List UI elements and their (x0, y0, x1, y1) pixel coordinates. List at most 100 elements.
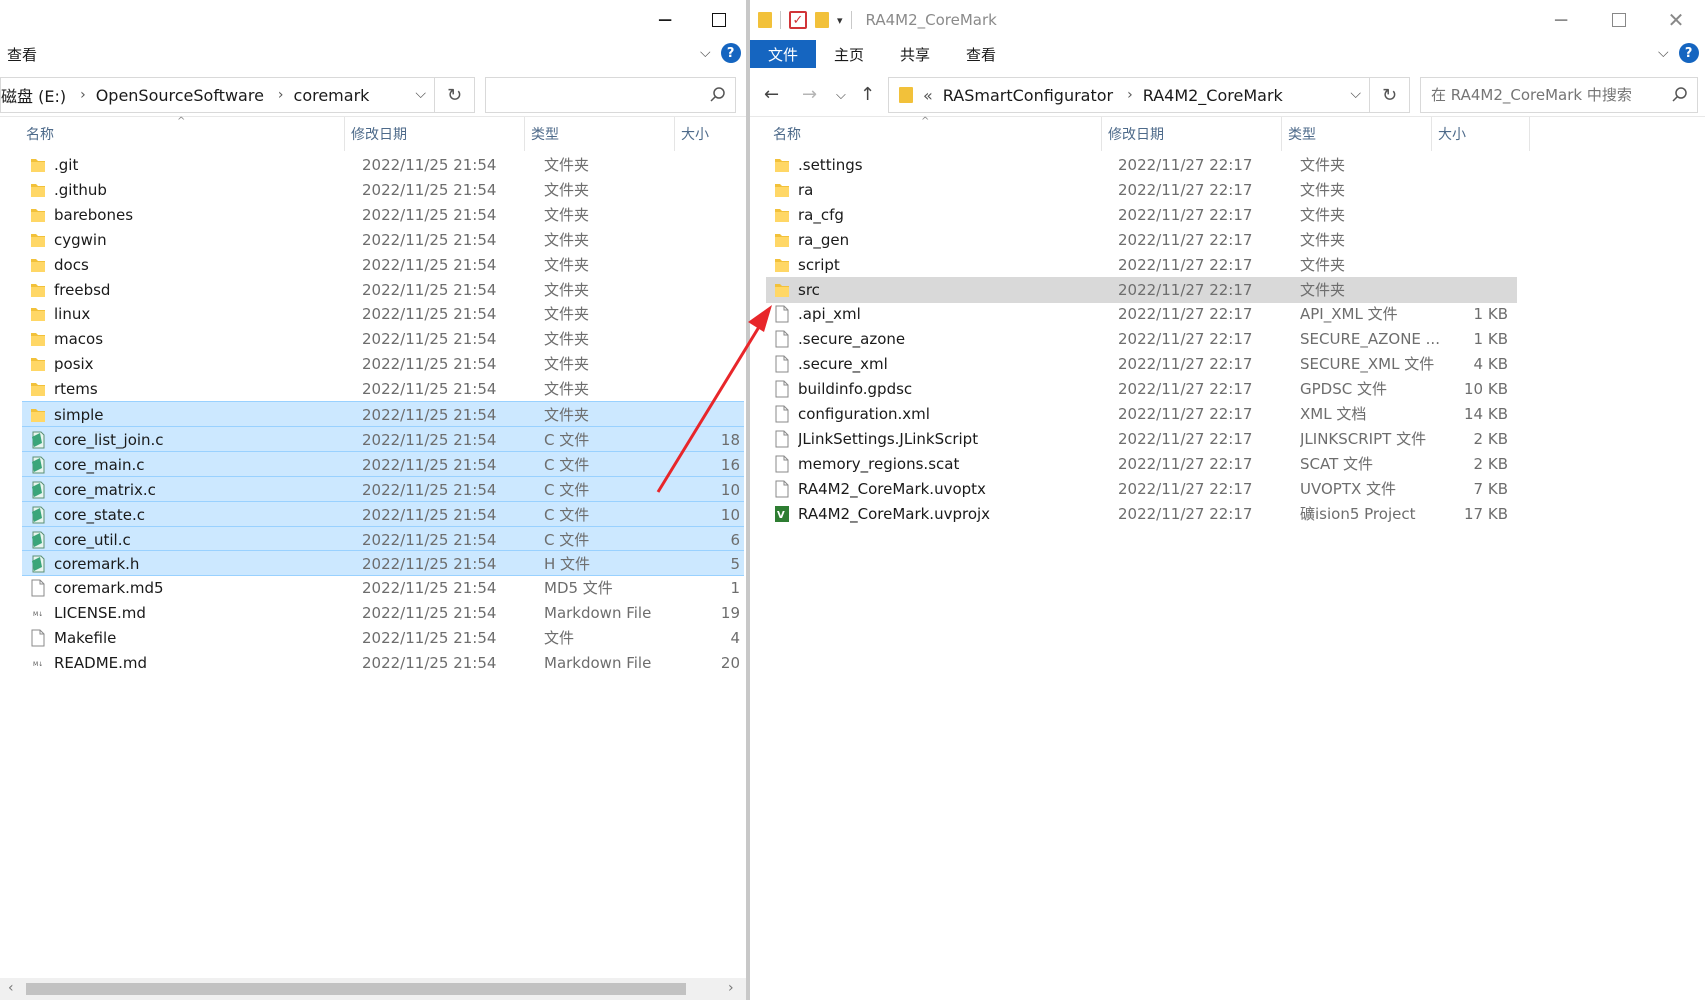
column-date-header[interactable]: 修改日期 (345, 117, 525, 151)
file-row[interactable]: core_list_join.c 2022/11/25 21:54 C 文件 18 (22, 425, 744, 452)
chevron-right-icon[interactable]: › (278, 87, 284, 103)
file-row[interactable]: Makefile 2022/11/25 21:54 文件 4 (22, 625, 744, 651)
right-search-box[interactable] (1420, 77, 1698, 113)
column-date-header[interactable]: 修改日期 (1102, 117, 1282, 151)
file-row[interactable]: linux 2022/11/25 21:54 文件夹 (22, 301, 744, 327)
file-row[interactable]: freebsd 2022/11/25 21:54 文件夹 (22, 277, 744, 303)
file-row[interactable]: .secure_azone 2022/11/27 22:17 SECURE_AZON… (766, 326, 1517, 352)
file-row[interactable]: memory_regions.scat 2022/11/27 22:17 SCAT … (766, 451, 1517, 477)
file-icon (774, 480, 790, 498)
column-type-header[interactable]: 类型 (525, 117, 675, 151)
file-size (1450, 202, 1508, 228)
file-size (694, 376, 740, 402)
file-row[interactable]: ra_cfg 2022/11/27 22:17 文件夹 (766, 202, 1517, 228)
close-icon: ✕ (1667, 8, 1685, 32)
scrollbar-thumb[interactable] (26, 983, 686, 995)
expand-ribbon-chevron-icon[interactable]: ⌵ (1658, 45, 1669, 61)
breadcrumb-folder[interactable]: OpenSourceSoftware (96, 86, 264, 105)
tab-home[interactable]: 主页 (816, 40, 882, 68)
file-name: coremark.h (54, 555, 140, 574)
column-type-header[interactable]: 类型 (1282, 117, 1432, 151)
column-size-header[interactable]: 大小 (675, 117, 746, 151)
new-folder-icon[interactable] (815, 12, 829, 28)
left-address-bar[interactable]: 磁盘 (E:) › OpenSourceSoftware › coremark … (0, 77, 435, 113)
back-arrow-icon[interactable]: ← (764, 84, 779, 105)
file-row[interactable]: core_matrix.c 2022/11/25 21:54 C 文件 10 (22, 475, 744, 502)
chevron-right-icon[interactable]: › (80, 87, 86, 103)
refresh-button[interactable]: ↻ (1370, 77, 1410, 113)
expand-ribbon-chevron-icon[interactable]: ⌵ (700, 45, 711, 61)
refresh-button[interactable]: ↻ (435, 77, 475, 113)
file-row[interactable]: ra_gen 2022/11/27 22:17 文件夹 (766, 227, 1517, 253)
file-row[interactable]: macos 2022/11/25 21:54 文件夹 (22, 326, 744, 352)
file-row[interactable]: .secure_xml 2022/11/27 22:17 SECURE_XML 文件… (766, 351, 1517, 377)
file-row[interactable]: .github 2022/11/25 21:54 文件夹 (22, 177, 744, 203)
tab-file[interactable]: 文件 (750, 40, 816, 68)
minimize-button[interactable]: ─ (636, 0, 694, 40)
file-row[interactable]: configuration.xml 2022/11/27 22:17 XML 文档 1… (766, 401, 1517, 427)
file-row[interactable]: V RA4M2_CoreMark.uvprojx 2022/11/27 22:17 礦… (766, 501, 1517, 527)
file-row[interactable]: buildinfo.gpdsc 2022/11/27 22:17 GPDSC 文件 1… (766, 376, 1517, 402)
file-row[interactable]: .settings 2022/11/27 22:17 文件夹 (766, 152, 1517, 178)
recent-locations-dropdown-icon[interactable]: ⌵ (836, 88, 846, 103)
file-row[interactable]: core_state.c 2022/11/25 21:54 C 文件 10 (22, 500, 744, 527)
file-row[interactable]: coremark.md5 2022/11/25 21:54 MD5 文件 1 (22, 575, 744, 601)
horizontal-scrollbar[interactable]: ‹ › (0, 978, 746, 1000)
up-arrow-icon[interactable]: ↑ (860, 84, 875, 105)
file-size: 2 KB (1473, 454, 1508, 473)
file-row[interactable]: posix 2022/11/25 21:54 文件夹 (22, 351, 744, 377)
minimize-button[interactable]: ─ (1532, 0, 1590, 40)
breadcrumb-folder[interactable]: RASmartConfigurator (943, 86, 1113, 105)
file-date-modified: 2022/11/25 21:54 (362, 629, 497, 648)
breadcrumb-overflow[interactable]: « (923, 86, 933, 105)
close-button[interactable]: ✕ (1647, 0, 1705, 40)
file-row[interactable]: core_main.c 2022/11/25 21:54 C 文件 16 (22, 450, 744, 477)
file-row[interactable]: src 2022/11/27 22:17 文件夹 (766, 276, 1517, 303)
file-row[interactable]: cygwin 2022/11/25 21:54 文件夹 (22, 227, 744, 253)
file-row[interactable]: RA4M2_CoreMark.uvoptx 2022/11/27 22:17 UVO… (766, 476, 1517, 502)
search-input[interactable] (496, 86, 735, 104)
help-icon[interactable]: ? (1678, 43, 1699, 63)
file-row[interactable]: M↓ README.md 2022/11/25 21:54 Markdown File… (22, 650, 744, 676)
breadcrumb-current[interactable]: coremark (294, 86, 370, 105)
file-row[interactable]: barebones 2022/11/25 21:54 文件夹 (22, 202, 744, 228)
file-name: core_util.c (54, 530, 131, 549)
file-row[interactable]: .api_xml 2022/11/27 22:17 API_XML 文件 1 KB (766, 301, 1517, 327)
properties-check-icon[interactable]: ✓ (789, 11, 807, 29)
tab-share[interactable]: 共享 (882, 40, 948, 68)
column-name-header[interactable]: 名称 (20, 117, 345, 151)
breadcrumb-current[interactable]: RA4M2_CoreMark (1143, 86, 1283, 105)
file-name: .settings (798, 156, 863, 174)
right-address-bar[interactable]: « RASmartConfigurator › RA4M2_CoreMark ⌵ (888, 77, 1370, 113)
file-row[interactable]: .git 2022/11/25 21:54 文件夹 (22, 152, 744, 178)
scroll-right-icon[interactable]: › (728, 980, 734, 996)
file-row[interactable]: coremark.h 2022/11/25 21:54 H 文件 5 (22, 550, 744, 577)
file-size: 4 (730, 629, 740, 648)
tab-view[interactable]: 查看 (0, 40, 44, 68)
svg-text:M↓: M↓ (33, 661, 43, 668)
forward-arrow-icon[interactable]: → (802, 84, 817, 105)
left-search-box[interactable] (485, 77, 736, 113)
breadcrumb-drive[interactable]: 磁盘 (E:) (1, 83, 66, 107)
file-row[interactable]: docs 2022/11/25 21:54 文件夹 (22, 252, 744, 278)
address-history-dropdown-icon[interactable]: ⌵ (415, 86, 426, 102)
customize-toolbar-dropdown-icon[interactable]: ▾ (837, 14, 843, 27)
help-icon[interactable]: ? (720, 43, 741, 63)
tab-view[interactable]: 查看 (948, 40, 1014, 68)
file-row[interactable]: ra 2022/11/27 22:17 文件夹 (766, 177, 1517, 203)
file-row[interactable]: M↓ LICENSE.md 2022/11/25 21:54 Markdown Fil… (22, 600, 744, 626)
chevron-right-icon[interactable]: › (1127, 87, 1133, 103)
maximize-button[interactable] (1590, 0, 1648, 40)
file-row[interactable]: rtems 2022/11/25 21:54 文件夹 (22, 376, 744, 402)
scroll-left-icon[interactable]: ‹ (8, 980, 14, 996)
file-row[interactable]: JLinkSettings.JLinkScript 2022/11/27 22:1… (766, 426, 1517, 452)
file-row[interactable]: simple 2022/11/25 21:54 文件夹 (22, 401, 744, 427)
address-history-dropdown-icon[interactable]: ⌵ (1350, 86, 1361, 102)
search-input[interactable] (1431, 86, 1697, 104)
file-type: C 文件 (544, 430, 590, 449)
column-size-header[interactable]: 大小 (1432, 117, 1530, 151)
maximize-button[interactable] (690, 0, 746, 40)
column-name-header[interactable]: 名称 (767, 117, 1102, 151)
file-row[interactable]: script 2022/11/27 22:17 文件夹 (766, 252, 1517, 278)
file-row[interactable]: core_util.c 2022/11/25 21:54 C 文件 6 (22, 525, 744, 552)
